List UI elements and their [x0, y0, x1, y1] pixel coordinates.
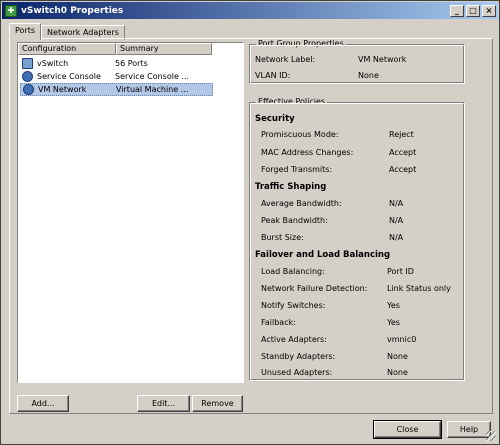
unused-adapters-label: Unused Adapters: — [261, 368, 333, 377]
column-summary[interactable]: Summary — [116, 43, 212, 55]
load-balancing-value: Port ID — [387, 267, 414, 276]
row-config: VM Network — [38, 85, 87, 94]
standby-adapters-label: Standby Adapters: — [261, 352, 336, 361]
ports-list[interactable]: Configuration Summary vSwitch 56 Ports S… — [17, 42, 244, 383]
forged-value: Accept — [389, 165, 417, 174]
row-summary: Virtual Machine ... — [116, 85, 189, 94]
network-label-label: Network Label: — [255, 55, 316, 64]
window-title: vSwitch0 Properties — [21, 5, 124, 16]
promiscuous-label: Promiscuous Mode: — [261, 130, 339, 139]
vlan-id-value: None — [358, 71, 379, 80]
notify-switches-label: Notify Switches: — [261, 301, 326, 310]
resize-grip-icon[interactable] — [486, 431, 496, 441]
edit-button[interactable]: Edit... — [137, 395, 190, 412]
network-label-value: VM Network — [358, 55, 407, 64]
minimize-button[interactable]: _ — [450, 4, 464, 17]
tab-strip: Ports Network Adapters — [9, 23, 125, 40]
row-summary: Service Console ... — [115, 72, 190, 81]
peak-bandwidth-label: Peak Bandwidth: — [261, 216, 328, 225]
mac-changes-value: Accept — [389, 148, 417, 157]
active-adapters-value: vmnic0 — [387, 335, 417, 344]
traffic-shaping-heading: Traffic Shaping — [255, 182, 327, 192]
row-config: vSwitch — [37, 59, 69, 68]
security-heading: Security — [255, 114, 295, 124]
avg-bandwidth-value: N/A — [389, 199, 404, 208]
promiscuous-value: Reject — [389, 130, 414, 139]
burst-size-value: N/A — [389, 233, 404, 242]
failback-label: Failback: — [261, 318, 296, 327]
failback-value: Yes — [387, 318, 400, 327]
peak-bandwidth-value: N/A — [389, 216, 404, 225]
close-button[interactable]: Close — [373, 420, 442, 439]
switch-icon — [22, 58, 33, 69]
add-button[interactable]: Add... — [17, 395, 69, 412]
failover-heading: Failover and Load Balancing — [255, 250, 391, 260]
help-button[interactable]: Help — [447, 421, 491, 438]
standby-adapters-value: None — [387, 352, 408, 361]
close-window-button[interactable]: × — [482, 4, 496, 17]
column-configuration[interactable]: Configuration — [18, 43, 116, 55]
forged-label: Forged Transmits: — [261, 165, 333, 174]
list-item-service-console[interactable]: Service Console Service Console ... — [20, 70, 243, 83]
group-title: Port Group Properties — [256, 39, 346, 49]
maximize-button[interactable]: □ — [466, 4, 480, 17]
remove-button[interactable]: Remove — [192, 395, 243, 412]
properties-window: ✚ vSwitch0 Properties _ □ × Ports Networ… — [0, 0, 500, 445]
list-item-vswitch[interactable]: vSwitch 56 Ports — [20, 57, 243, 70]
vm-network-icon — [23, 84, 34, 95]
load-balancing-label: Load Balancing: — [261, 267, 325, 276]
notify-switches-value: Yes — [387, 301, 400, 310]
vlan-id-label: VLAN ID: — [255, 71, 291, 80]
avg-bandwidth-label: Average Bandwidth: — [261, 199, 342, 208]
tab-ports[interactable]: Ports — [9, 23, 42, 40]
row-config: Service Console — [37, 72, 101, 81]
list-header: Configuration Summary — [18, 43, 243, 55]
unused-adapters-value: None — [387, 368, 408, 377]
list-item-vm-network[interactable]: VM Network Virtual Machine ... — [20, 83, 213, 96]
failure-detection-label: Network Failure Detection: — [261, 284, 368, 293]
mac-changes-label: MAC Address Changes: — [261, 148, 354, 157]
row-summary: 56 Ports — [115, 59, 148, 68]
vswitch-icon: ✚ — [5, 4, 17, 17]
failure-detection-value: Link Status only — [387, 284, 451, 293]
group-title: Effective Policies — [256, 97, 328, 107]
active-adapters-label: Active Adapters: — [261, 335, 327, 344]
title-bar[interactable]: ✚ vSwitch0 Properties _ □ × — [2, 2, 498, 19]
burst-size-label: Burst Size: — [261, 233, 304, 242]
console-icon — [22, 71, 33, 82]
